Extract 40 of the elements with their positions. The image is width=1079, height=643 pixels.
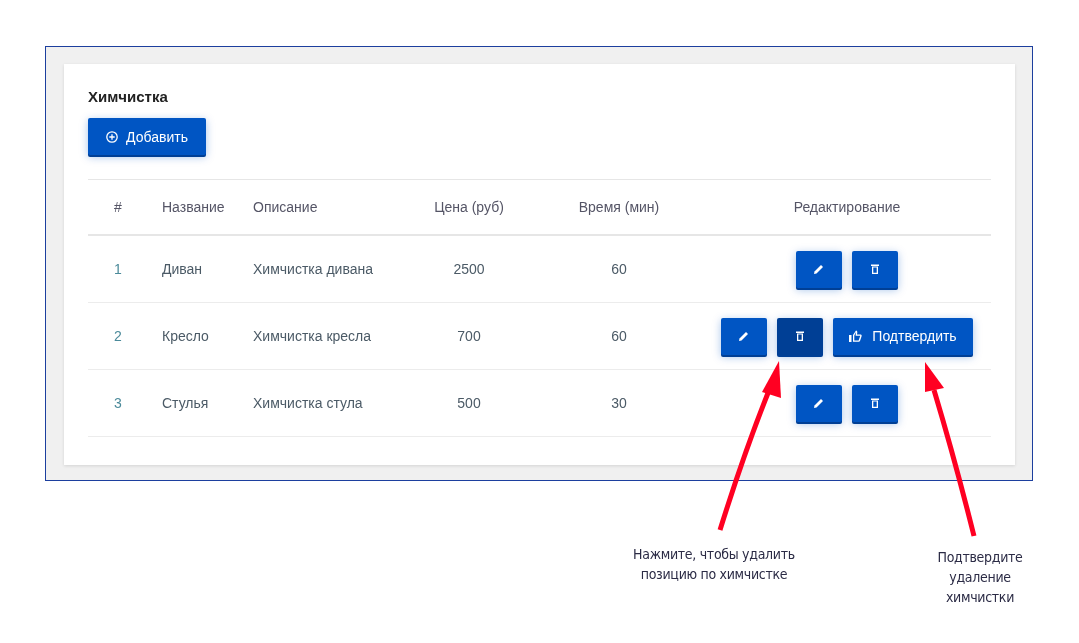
table-cell: 2500	[403, 236, 535, 303]
edit-button[interactable]	[721, 317, 767, 355]
column-header: Описание	[253, 180, 403, 236]
annotation-text: Подтвердите удаление химчистки	[936, 548, 1024, 607]
table-cell: Стулья	[148, 370, 253, 437]
table-cell: 60	[535, 236, 703, 303]
table-cell: 700	[403, 303, 535, 370]
trash-icon	[796, 331, 804, 341]
plus-circle-icon	[106, 130, 119, 143]
trash-icon	[871, 398, 879, 408]
column-header: #	[88, 180, 148, 236]
add-button[interactable]: Добавить	[88, 118, 206, 155]
column-header: Название	[148, 180, 253, 236]
edit-button[interactable]	[796, 384, 842, 422]
delete-button[interactable]	[852, 384, 898, 422]
confirm-button[interactable]: Подтвердить	[833, 317, 973, 355]
table-cell: Диван	[148, 236, 253, 303]
trash-icon	[871, 264, 879, 274]
table-cell: 3	[88, 370, 148, 437]
table-cell: Кресло	[148, 303, 253, 370]
table-cell: Химчистка кресла	[253, 303, 403, 370]
pencil-icon	[814, 264, 824, 274]
table-cell: 500	[403, 370, 535, 437]
card-title: Химчистка	[88, 87, 168, 106]
table-cell: 2	[88, 303, 148, 370]
column-header: Редактирование	[703, 180, 991, 236]
delete-button[interactable]	[852, 250, 898, 288]
edit-button[interactable]	[796, 250, 842, 288]
thumbs-up-icon	[849, 330, 863, 342]
table-cell: Химчистка дивана	[253, 236, 403, 303]
column-header: Время (мин)	[535, 180, 703, 236]
table-cell: 60	[535, 303, 703, 370]
annotation-text: Нажмите, чтобы удалить позицию по химчистке	[632, 545, 796, 584]
pencil-icon	[739, 331, 749, 341]
column-header: Цена (руб)	[403, 180, 535, 236]
table-cell: 1	[88, 236, 148, 303]
delete-button[interactable]	[777, 317, 823, 355]
pencil-icon	[814, 398, 824, 408]
table-cell: 30	[535, 370, 703, 437]
table-cell: Химчистка стула	[253, 370, 403, 437]
